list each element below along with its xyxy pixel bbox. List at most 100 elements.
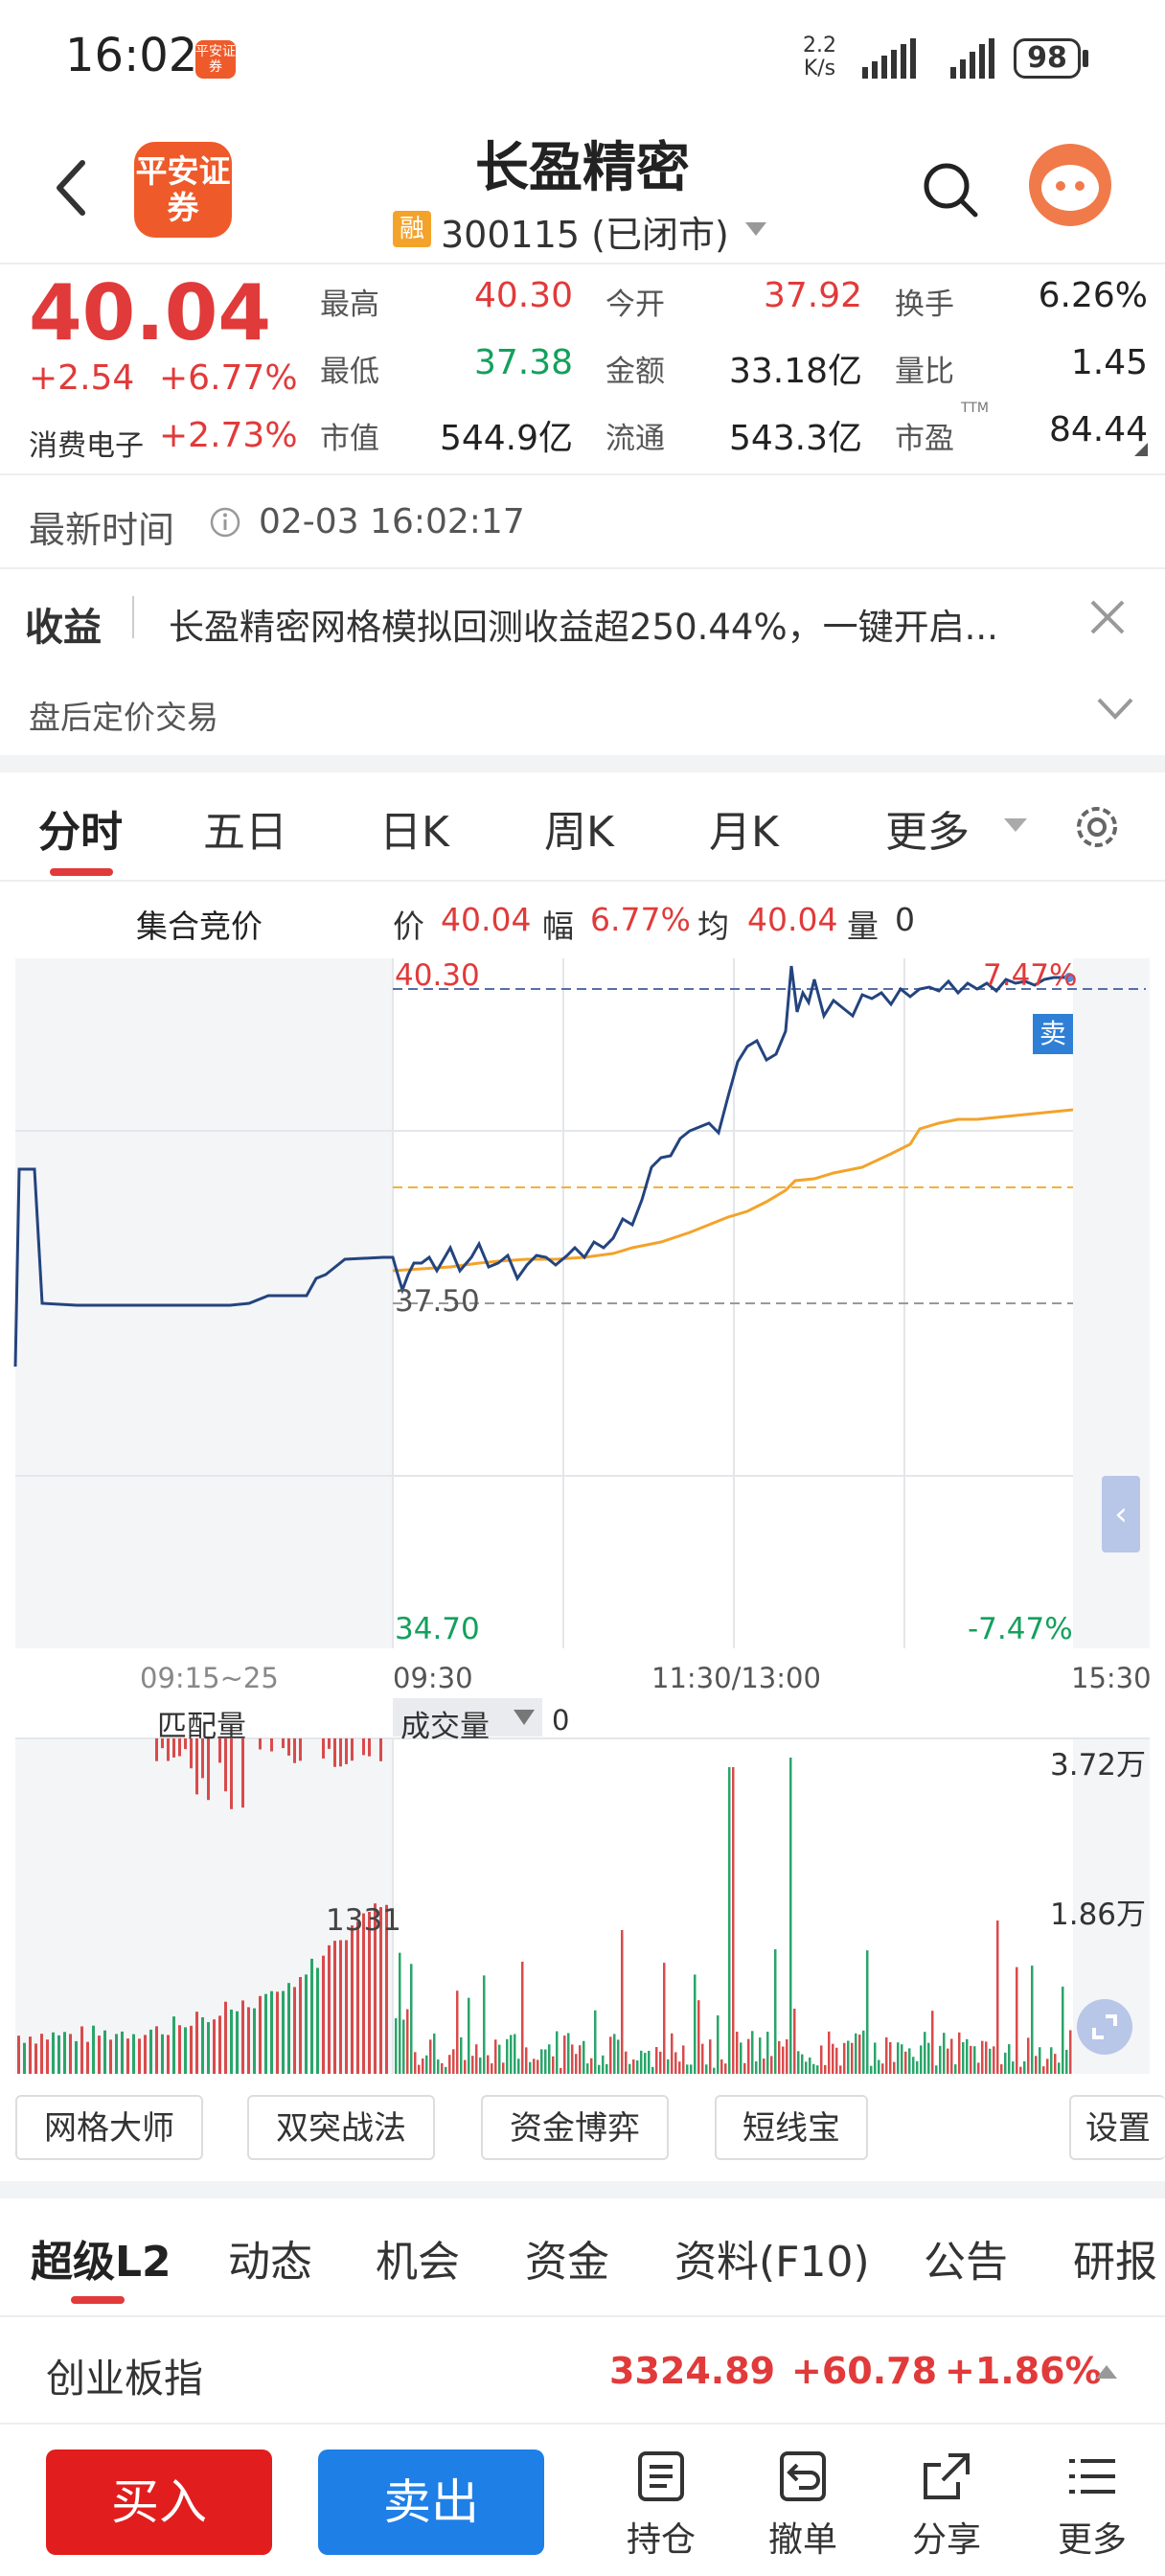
volume-bar <box>671 2033 674 2074</box>
tab-announcements[interactable]: 公告 <box>924 2227 1008 2288</box>
assistant-avatar[interactable] <box>1029 144 1111 226</box>
share-label: 分享 <box>911 2520 981 2560</box>
volume-bar <box>1000 2064 1003 2074</box>
chevron-up-icon[interactable] <box>1094 2363 1119 2380</box>
tab-underline <box>50 868 113 876</box>
volume-bar <box>701 2043 704 2074</box>
volume-bar <box>414 2052 417 2074</box>
index-change: +60.78 <box>791 2350 938 2392</box>
volume-chart[interactable] <box>0 1696 1165 2080</box>
app-notification-icon: 平安证券 <box>195 40 236 79</box>
tab-monthly-k[interactable]: 月K <box>709 797 779 859</box>
volume-bar <box>433 2033 436 2074</box>
close-icon[interactable] <box>1088 598 1127 636</box>
price-chart[interactable] <box>0 954 1165 1654</box>
stock-code[interactable]: 300115 (已闭市) <box>441 205 729 258</box>
info-icon[interactable] <box>209 506 241 539</box>
volume-selector[interactable]: 成交量 <box>400 1702 490 1745</box>
dropdown-icon[interactable] <box>1002 816 1029 834</box>
volume-bar <box>636 2059 639 2074</box>
volume-bar <box>755 2060 758 2074</box>
divider <box>0 263 1165 264</box>
volume-bar <box>648 2050 651 2074</box>
tab-opportunity[interactable]: 机会 <box>376 2227 460 2288</box>
sell-button[interactable]: 卖出 <box>318 2450 544 2555</box>
corner-icon <box>1134 443 1148 456</box>
x-label-midday: 11:30/13:00 <box>651 1662 821 1694</box>
settings-gear-icon[interactable] <box>1071 801 1123 853</box>
volume-bar <box>901 2044 903 2074</box>
volume-bar <box>241 2000 244 2074</box>
index-name[interactable]: 创业板指 <box>46 2346 203 2404</box>
chevron-down-icon[interactable] <box>1096 696 1134 721</box>
volume-bar <box>468 1997 470 2074</box>
stat-label: 金额 <box>605 355 665 389</box>
buy-button[interactable]: 买入 <box>46 2450 272 2555</box>
holdings-label: 持仓 <box>626 2520 696 2560</box>
search-icon[interactable] <box>922 161 979 218</box>
volume-bar <box>475 2044 478 2074</box>
tab-daily-k[interactable]: 日K <box>379 797 449 859</box>
tab-intraday[interactable]: 分时 <box>38 797 123 859</box>
volume-bar <box>954 2064 957 2074</box>
divider <box>0 2315 1165 2317</box>
volume-bar <box>851 2042 854 2074</box>
grid-master-button[interactable]: 网格大师 <box>15 2095 203 2160</box>
volume-bar <box>178 2025 181 2074</box>
short-line-button[interactable]: 短线宝 <box>715 2095 868 2160</box>
stat-value: 37.38 <box>473 343 573 382</box>
volume-bar <box>80 2026 83 2074</box>
volume-bar <box>103 2030 106 2074</box>
fund-game-button[interactable]: 资金博弈 <box>481 2095 669 2160</box>
volume-bar <box>29 2036 32 2074</box>
volume-bar <box>713 2067 716 2074</box>
settings-button[interactable]: 设置 <box>1069 2095 1165 2160</box>
signal-icon-2 <box>950 38 994 79</box>
volume-bar <box>993 2046 995 2074</box>
double-breakout-button[interactable]: 双突战法 <box>247 2095 435 2160</box>
volume-bar <box>560 2067 562 2074</box>
tab-super-l2[interactable]: 超级L2 <box>31 2227 171 2288</box>
volume-bar <box>247 2007 250 2074</box>
stat-value: 543.3亿 <box>728 419 862 458</box>
sector-name[interactable]: 消费电子 <box>29 422 144 464</box>
price-change-pct: +6.77% <box>159 358 298 398</box>
collapse-panel-handle[interactable]: ‹ <box>1102 1476 1140 1552</box>
dropdown-icon[interactable] <box>743 220 768 238</box>
volume-bar <box>1042 2066 1045 2074</box>
fullscreen-icon[interactable] <box>1077 1999 1132 2055</box>
banner-text[interactable]: 长盈精密网格模拟回测收益超250.44%，一键开启... <box>169 598 998 650</box>
volume-bar <box>613 2034 616 2074</box>
tab-funds[interactable]: 资金 <box>525 2227 609 2288</box>
volume-bar <box>816 2065 819 2074</box>
tab-f10[interactable]: 资料(F10) <box>674 2227 870 2288</box>
info-avg-label: 均 <box>697 908 729 945</box>
afterhours-label[interactable]: 盘后定价交易 <box>29 692 218 738</box>
volume-bar <box>69 2034 72 2074</box>
nav-underline <box>71 2296 125 2304</box>
volume-bar <box>293 1987 296 2074</box>
tab-more[interactable]: 更多 <box>885 797 970 859</box>
stat-label: 最低 <box>320 355 379 389</box>
price-top-label: 40.30 <box>395 958 480 993</box>
more-button[interactable]: 更多 <box>1035 2450 1150 2562</box>
volume-bar <box>172 2016 175 2074</box>
match-bar <box>224 1738 227 1792</box>
share-button[interactable]: 分享 <box>889 2450 1004 2562</box>
tab-weekly-k[interactable]: 周K <box>544 797 614 859</box>
sell-marker[interactable]: 卖 <box>1033 1014 1073 1054</box>
tab-five-day[interactable]: 五日 <box>203 797 287 859</box>
volume-bar <box>190 2025 193 2074</box>
volume-bar <box>1012 2061 1015 2074</box>
net-speed-value: 2.2 <box>803 34 836 58</box>
volume-bar <box>98 2036 101 2074</box>
tab-research[interactable]: 研报 <box>1073 2227 1157 2288</box>
volume-bar <box>893 2061 896 2074</box>
cancel-order-button[interactable]: 撤单 <box>745 2450 860 2562</box>
volume-bar <box>866 1950 869 2074</box>
volume-bar <box>115 2034 118 2074</box>
volume-bar <box>483 1975 486 2074</box>
volume-bar <box>628 2063 631 2074</box>
holdings-button[interactable]: 持仓 <box>604 2450 719 2562</box>
tab-news[interactable]: 动态 <box>228 2227 312 2288</box>
